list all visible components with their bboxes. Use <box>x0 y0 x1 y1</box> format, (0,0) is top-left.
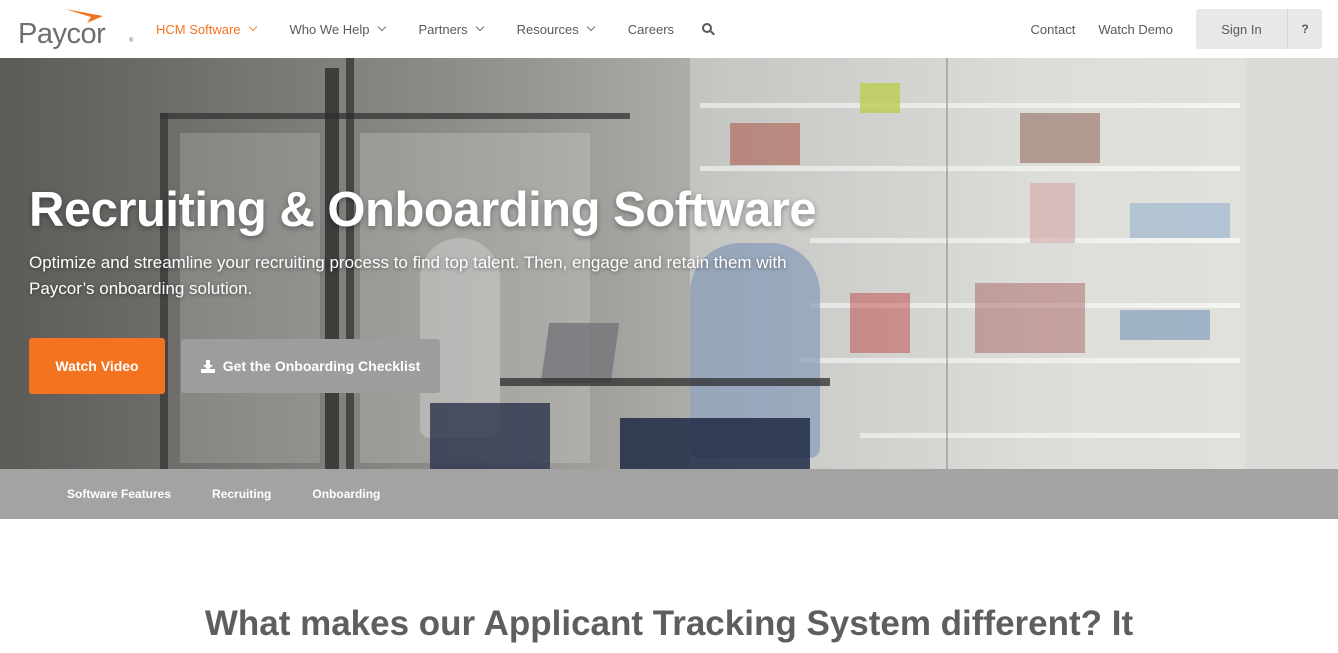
subnav-recruiting[interactable]: Recruiting <box>212 487 271 501</box>
button-label: Watch Video <box>55 358 139 374</box>
nav-watch-demo[interactable]: Watch Demo <box>1098 22 1173 37</box>
nav-label: Careers <box>627 21 675 37</box>
nav-label: Resources <box>516 21 579 37</box>
onboarding-checklist-button[interactable]: Get the Onboarding Checklist <box>181 339 440 393</box>
chevron-down-icon <box>377 22 386 32</box>
subnav-onboarding[interactable]: Onboarding <box>312 487 380 501</box>
nav-careers[interactable]: Careers <box>628 22 674 37</box>
nav-resources[interactable]: Resources <box>516 21 596 37</box>
registered-mark: ® <box>129 38 134 44</box>
nav-contact[interactable]: Contact <box>1031 22 1076 37</box>
nav-hcm-software[interactable]: HCM Software <box>156 21 257 37</box>
nav-label: Partners <box>418 21 468 37</box>
section-heading: What makes our Applicant Tracking System… <box>204 604 1134 643</box>
subnav-software-features[interactable]: Software Features <box>67 487 171 501</box>
nav-who-we-help[interactable]: Who We Help <box>289 21 386 37</box>
download-icon <box>200 359 215 373</box>
section-subnav: Software Features Recruiting Onboarding <box>0 469 1338 519</box>
chevron-down-icon <box>586 22 596 32</box>
nav-label: HCM Software <box>156 21 241 37</box>
hero-banner: Recruiting & Onboarding Software Optimiz… <box>0 58 1338 469</box>
chevron-down-icon <box>248 22 257 32</box>
paycor-logo[interactable]: Paycor ® <box>18 8 136 50</box>
chevron-down-icon <box>475 22 484 32</box>
nav-partners[interactable]: Partners <box>418 21 484 37</box>
sign-in-button[interactable]: Sign In <box>1196 9 1288 49</box>
search-icon[interactable] <box>702 22 716 36</box>
help-button[interactable]: ? <box>1288 9 1322 49</box>
utility-nav: Contact Watch Demo Sign In ? <box>1031 0 1338 58</box>
watch-video-button[interactable]: Watch Video <box>29 338 165 394</box>
hero-title: Recruiting & Onboarding Software <box>29 183 817 237</box>
site-header: Paycor ® HCM Software Who We Help Partne… <box>0 0 1338 58</box>
primary-nav: HCM Software Who We Help Partners Resour… <box>156 0 716 58</box>
logo-wordmark: Paycor <box>18 18 106 50</box>
button-label: Get the Onboarding Checklist <box>222 358 421 374</box>
nav-label: Who We Help <box>289 21 370 37</box>
hero-subtitle: Optimize and streamline your recruiting … <box>29 253 787 298</box>
sign-in-group: Sign In ? <box>1196 9 1322 49</box>
